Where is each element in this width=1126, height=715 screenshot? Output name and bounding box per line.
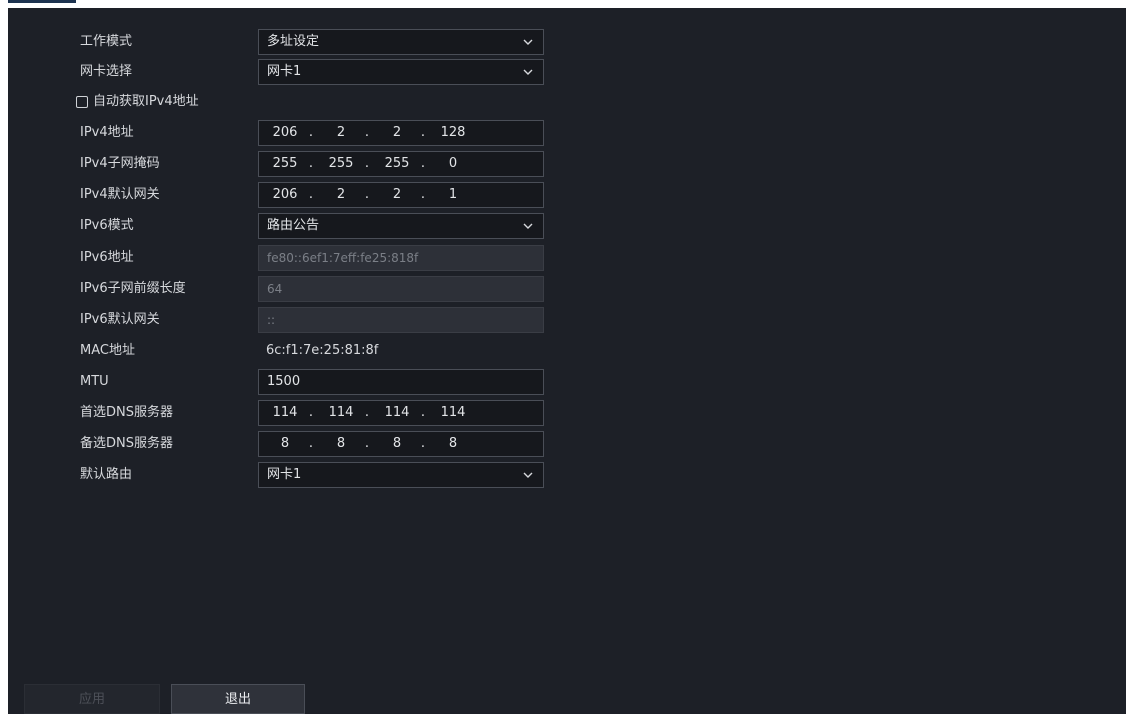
ipv6-mode-select[interactable]: 路由公告	[258, 213, 544, 239]
ipv4-gateway-octet-2[interactable]: 2	[321, 183, 361, 207]
chevron-down-icon	[523, 39, 533, 45]
ipv4-address-octet-3[interactable]: 2	[377, 121, 417, 145]
ipv4-gateway-field[interactable]: 206 . 2 . 2 . 1	[258, 182, 544, 208]
dns-secondary-octet-3[interactable]: 8	[377, 432, 417, 456]
nic-select[interactable]: 网卡1	[258, 59, 544, 85]
dns-secondary-octet-1[interactable]: 8	[265, 432, 305, 456]
default-route-select[interactable]: 网卡1	[258, 462, 544, 488]
ipv4-gateway-octet-4[interactable]: 1	[433, 183, 473, 207]
default-route-value: 网卡1	[267, 467, 302, 482]
ip-separator: .	[364, 405, 370, 420]
mtu-label: MTU	[80, 374, 109, 389]
auto-ipv4-label: 自动获取IPv4地址	[93, 94, 199, 109]
top-accent-bar	[8, 0, 76, 3]
ipv6-mode-label: IPv6模式	[80, 218, 134, 233]
work-mode-value: 多址设定	[267, 34, 320, 49]
ip-separator: .	[420, 125, 426, 140]
ip-separator: .	[364, 156, 370, 171]
mtu-input[interactable]: 1500	[258, 369, 544, 395]
dns-secondary-octet-2[interactable]: 8	[321, 432, 361, 456]
chevron-down-icon	[523, 223, 533, 229]
ip-separator: .	[420, 156, 426, 171]
ip-separator: .	[420, 405, 426, 420]
dns-primary-label: 首选DNS服务器	[80, 405, 173, 420]
ipv4-address-field[interactable]: 206 . 2 . 2 . 128	[258, 120, 544, 146]
ipv6-prefix-label: IPv6子网前缀长度	[80, 281, 186, 296]
ipv4-mask-octet-1[interactable]: 255	[265, 152, 305, 176]
nic-select-value: 网卡1	[267, 64, 302, 79]
nic-select-label: 网卡选择	[80, 64, 133, 79]
ipv4-address-label: IPv4地址	[80, 125, 134, 140]
ip-separator: .	[364, 187, 370, 202]
ipv4-address-octet-1[interactable]: 206	[265, 121, 305, 145]
mac-address-value: 6c:f1:7e:25:81:8f	[266, 343, 379, 358]
ip-separator: .	[308, 125, 314, 140]
dns-primary-field[interactable]: 114 . 114 . 114 . 114	[258, 400, 544, 426]
ipv4-mask-label: IPv4子网掩码	[80, 156, 160, 171]
ipv4-mask-octet-3[interactable]: 255	[377, 152, 417, 176]
default-route-label: 默认路由	[80, 467, 133, 482]
ipv4-mask-field[interactable]: 255 . 255 . 255 . 0	[258, 151, 544, 177]
mac-address-label: MAC地址	[80, 343, 135, 358]
dns-primary-octet-3[interactable]: 114	[377, 401, 417, 425]
dns-secondary-label: 备选DNS服务器	[80, 436, 173, 451]
ipv6-gateway-field: ::	[258, 307, 544, 333]
ip-separator: .	[308, 436, 314, 451]
ipv6-prefix-value: 64	[267, 282, 283, 296]
ipv6-address-label: IPv6地址	[80, 250, 134, 265]
exit-button[interactable]: 退出	[171, 684, 305, 714]
ip-separator: .	[420, 187, 426, 202]
ipv6-gateway-label: IPv6默认网关	[80, 312, 160, 327]
dns-primary-octet-4[interactable]: 114	[433, 401, 473, 425]
auto-ipv4-checkbox[interactable]	[76, 96, 88, 108]
ipv6-address-field: fe80::6ef1:7eff:fe25:818f	[258, 245, 544, 271]
ipv6-mode-value: 路由公告	[267, 218, 320, 233]
dns-secondary-field[interactable]: 8 . 8 . 8 . 8	[258, 431, 544, 457]
chevron-down-icon	[523, 472, 533, 478]
ip-separator: .	[364, 436, 370, 451]
dns-primary-octet-2[interactable]: 114	[321, 401, 361, 425]
ip-separator: .	[308, 405, 314, 420]
ipv4-gateway-label: IPv4默认网关	[80, 187, 160, 202]
ipv4-gateway-octet-3[interactable]: 2	[377, 183, 417, 207]
ipv6-address-value: fe80::6ef1:7eff:fe25:818f	[267, 251, 419, 265]
ip-separator: .	[308, 156, 314, 171]
ipv4-mask-octet-4[interactable]: 0	[433, 152, 473, 176]
apply-button[interactable]: 应用	[24, 684, 160, 714]
chevron-down-icon	[523, 69, 533, 75]
work-mode-label: 工作模式	[80, 34, 133, 49]
ipv4-gateway-octet-1[interactable]: 206	[265, 183, 305, 207]
dns-primary-octet-1[interactable]: 114	[265, 401, 305, 425]
ipv4-address-octet-2[interactable]: 2	[321, 121, 361, 145]
ipv6-gateway-value: ::	[267, 313, 276, 327]
ipv4-mask-octet-2[interactable]: 255	[321, 152, 361, 176]
mtu-value: 1500	[267, 374, 301, 389]
work-mode-select[interactable]: 多址设定	[258, 29, 544, 55]
dns-secondary-octet-4[interactable]: 8	[433, 432, 473, 456]
ip-separator: .	[308, 187, 314, 202]
ipv4-address-octet-4[interactable]: 128	[433, 121, 473, 145]
ip-separator: .	[420, 436, 426, 451]
ipv6-prefix-field: 64	[258, 276, 544, 302]
ip-separator: .	[364, 125, 370, 140]
